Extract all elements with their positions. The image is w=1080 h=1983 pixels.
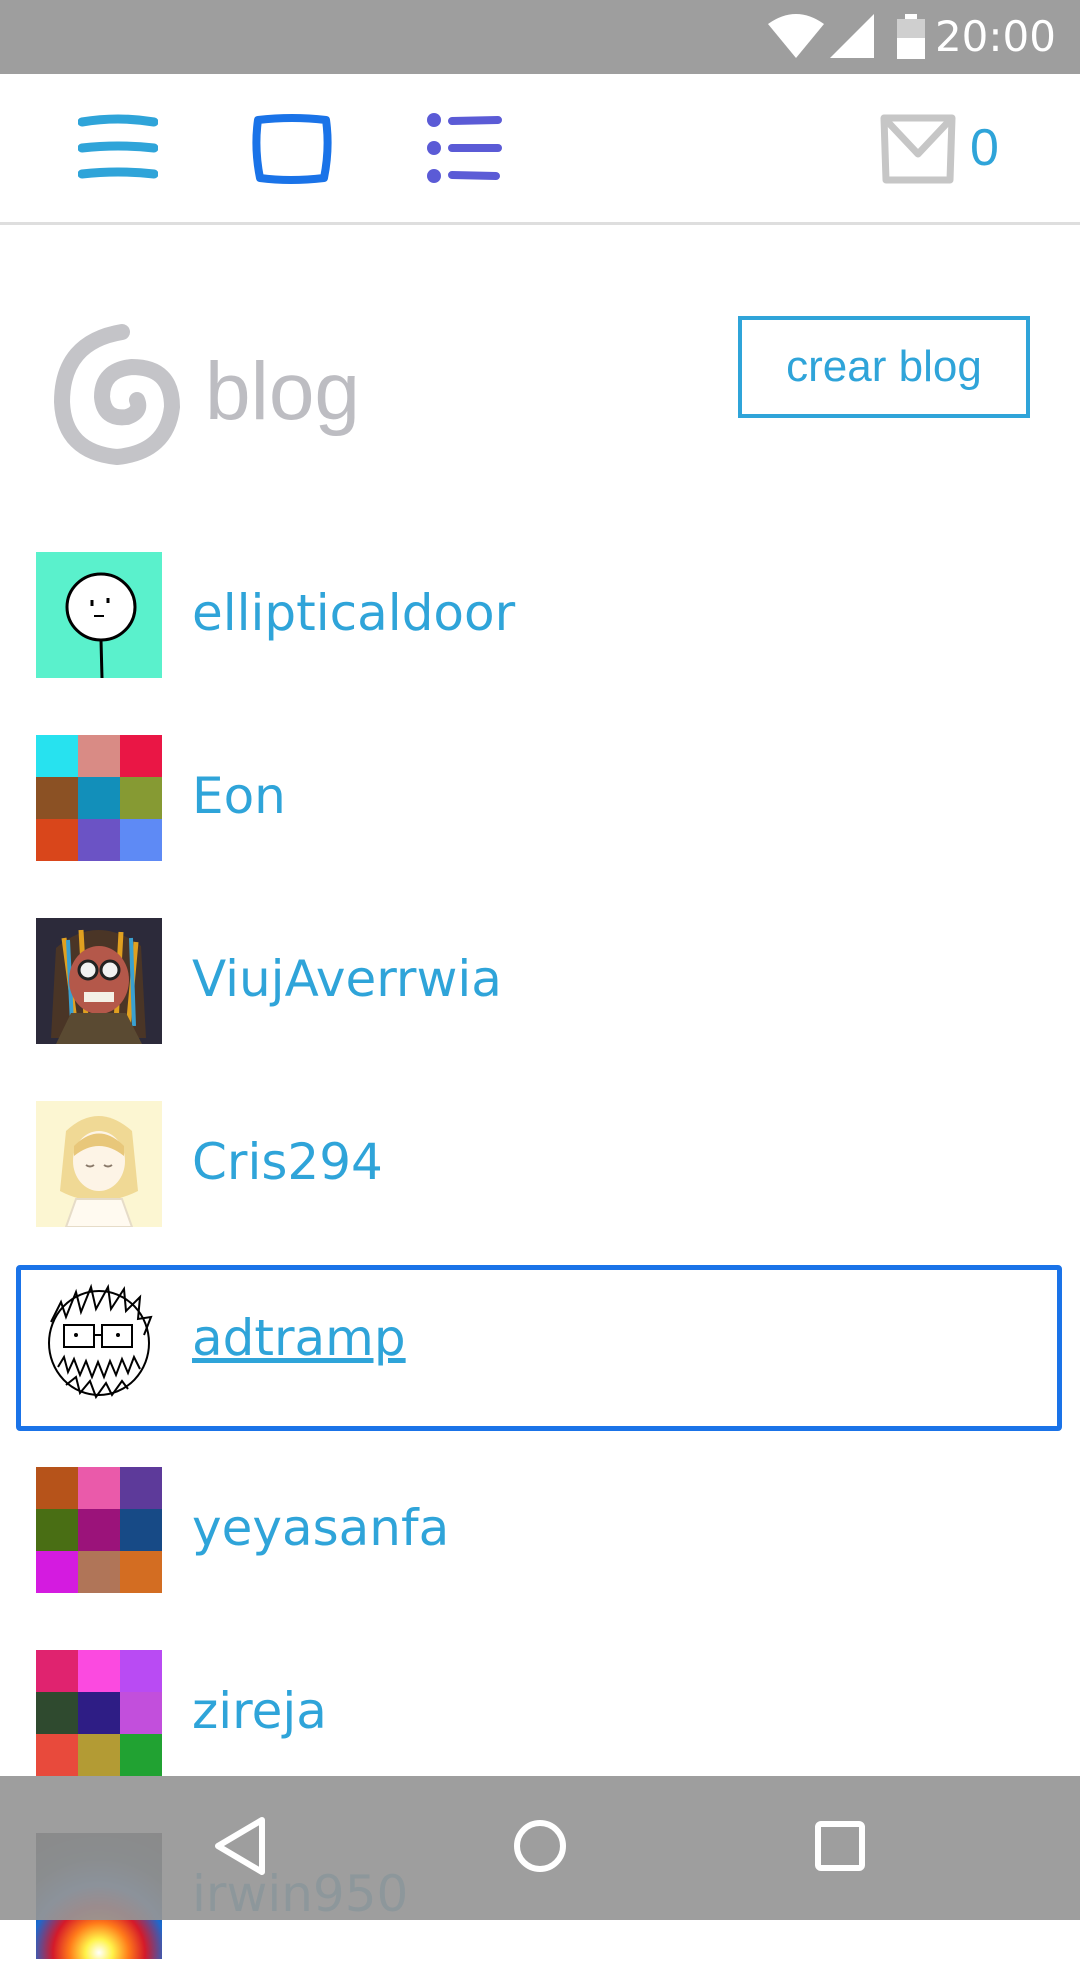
avatar-cell [78, 1509, 120, 1551]
avatar-cell [36, 1692, 78, 1734]
avatar-cell [36, 777, 78, 819]
avatar-cell [120, 1692, 162, 1734]
blog-name[interactable]: ViujAverrwia [192, 950, 502, 1008]
avatar-cell [78, 1650, 120, 1692]
avatar [36, 1101, 162, 1227]
battery-icon [897, 14, 925, 59]
avatar-cell [120, 1509, 162, 1551]
back-icon[interactable] [212, 1816, 268, 1876]
avatar-cell [36, 735, 78, 777]
avatar [36, 1277, 162, 1403]
clock: 20:00 [934, 12, 1056, 61]
list-item[interactable]: yeyasanfa [16, 1455, 1062, 1617]
avatar-cell [36, 1650, 78, 1692]
blog-name[interactable]: adtramp [192, 1309, 406, 1367]
avatar-cell [78, 777, 120, 819]
avatar-cell [78, 819, 120, 861]
blog-header: blog crear blog [0, 300, 1080, 490]
list-item[interactable]: Eon [16, 723, 1062, 885]
avatar-cell [36, 1509, 78, 1551]
list-item[interactable]: adtramp [16, 1265, 1062, 1431]
avatar-cell [36, 1551, 78, 1593]
cell-signal-icon [830, 14, 874, 58]
avatar-cell [120, 777, 162, 819]
wifi-icon [768, 14, 824, 58]
avatar-cell [78, 1734, 120, 1776]
home-icon[interactable] [512, 1816, 568, 1876]
square-icon[interactable] [252, 112, 332, 184]
avatar-cell [120, 735, 162, 777]
status-bar: 20:00 [0, 0, 1080, 74]
avatar-cell [36, 1467, 78, 1509]
avatar-cell [78, 1551, 120, 1593]
menu-icon[interactable] [78, 112, 158, 184]
list-item[interactable]: ellipticaldoor [16, 540, 1062, 702]
blog-name[interactable]: Eon [192, 767, 286, 825]
system-nav-bar [0, 1776, 1080, 1920]
blog-name[interactable]: yeyasanfa [192, 1499, 449, 1557]
avatar-cell [120, 1734, 162, 1776]
blog-name[interactable]: zireja [192, 1682, 327, 1740]
spiral-logo-icon [53, 324, 181, 466]
avatar-cell [78, 735, 120, 777]
mail-icon[interactable] [880, 114, 956, 184]
avatar-cell [78, 1692, 120, 1734]
avatar [36, 735, 162, 861]
logo-text: blog [205, 346, 361, 437]
avatar-cell [78, 1467, 120, 1509]
list-item[interactable]: ViujAverrwia [16, 906, 1062, 1068]
avatar-cell [120, 819, 162, 861]
list-icon[interactable] [426, 112, 502, 184]
avatar [36, 1467, 162, 1593]
avatar-cell [120, 1650, 162, 1692]
top-toolbar: 0 [0, 74, 1080, 225]
avatar-cell [36, 819, 78, 861]
avatar-cell [120, 1467, 162, 1509]
mail-count[interactable]: 0 [970, 118, 999, 178]
avatar [36, 918, 162, 1044]
recents-icon[interactable] [812, 1816, 868, 1876]
blog-name[interactable]: ellipticaldoor [192, 584, 515, 642]
blog-name[interactable]: Cris294 [192, 1133, 383, 1191]
list-item[interactable]: Cris294 [16, 1089, 1062, 1251]
avatar [36, 552, 162, 678]
avatar-cell [120, 1551, 162, 1593]
avatar-cell [36, 1734, 78, 1776]
create-blog-button[interactable]: crear blog [738, 316, 1030, 418]
avatar [36, 1650, 162, 1776]
